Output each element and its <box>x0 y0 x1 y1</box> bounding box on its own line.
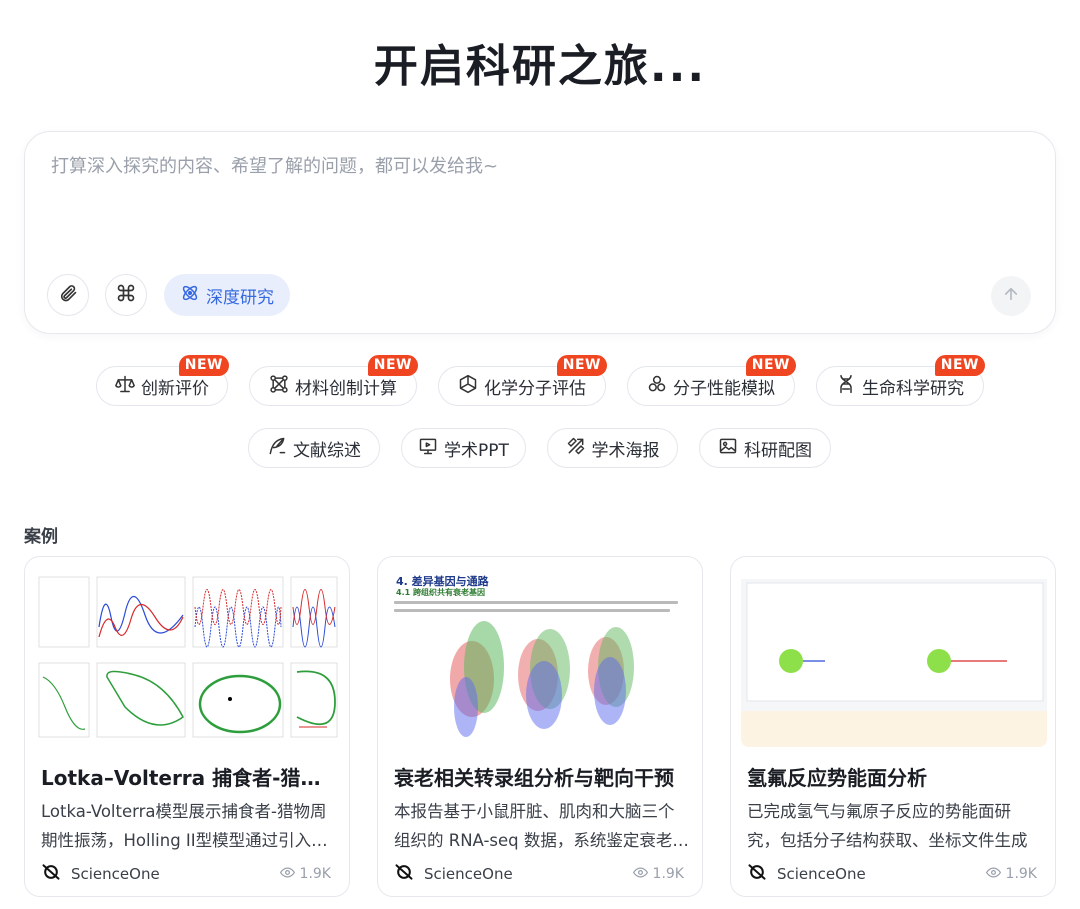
new-badge: NEW <box>367 355 418 376</box>
chip-research-figure[interactable]: 科研配图 <box>699 428 831 468</box>
chip-label: 科研配图 <box>744 440 812 461</box>
new-badge: NEW <box>745 355 796 376</box>
case-author-name: ScienceOne <box>777 865 866 883</box>
three-circles-icon <box>647 374 667 399</box>
case-card-aging-transcriptome[interactable]: 4. 差异基因与通路 4.1 跨组织共有衰老基因 衰老相关转录组分析与靶向干预 … <box>377 556 703 897</box>
scienceone-logo-icon <box>394 862 414 886</box>
arrow-up-icon <box>1002 285 1020 307</box>
case-views-count: 1.9K <box>652 866 684 882</box>
case-author-name: ScienceOne <box>71 865 160 883</box>
chip-label: 化学分子评估 <box>484 378 586 399</box>
hexagon-icon <box>458 374 478 399</box>
case-views-count: 1.9K <box>1005 866 1037 882</box>
scale-icon <box>115 374 135 399</box>
new-badge: NEW <box>178 355 229 376</box>
presentation-icon <box>418 436 438 461</box>
case-description: 已完成氢气与氟原子反应的势能面研究，包括分子结构获取、坐标文件生成 <box>747 802 1028 850</box>
case-author: ScienceOne <box>747 862 866 886</box>
chip-literature-review[interactable]: 文献综述 <box>248 428 380 468</box>
case-thumbnail-plots <box>35 567 341 747</box>
image-icon <box>718 436 738 461</box>
chip-label: 材料创制计算 <box>295 378 397 399</box>
deep-research-label: 深度研究 <box>206 287 274 308</box>
case-title: 衰老相关转录组分析与靶向干预 <box>394 766 674 790</box>
dna-icon <box>836 374 856 399</box>
case-description: 本报告基于小鼠肝脏、肌肉和大脑三个组织的 RNA-seq 数据，系统鉴定衰老相关… <box>394 802 689 850</box>
command-icon <box>116 283 136 308</box>
case-description: Lotka-Volterra模型展示捕食者-猎物周期性振荡，Holling II… <box>41 802 328 850</box>
case-thumbnail-venn: 4. 差异基因与通路 4.1 跨组织共有衰老基因 <box>388 567 694 747</box>
chip-molecule-perf-sim[interactable]: 分子性能模拟 NEW <box>627 355 796 406</box>
atom-icon <box>180 283 200 308</box>
case-card-hf-pes[interactable]: 氢氟反应势能面分析 已完成氢气与氟原子反应的势能面研究，包括分子结构获取、坐标文… <box>730 556 1056 897</box>
chip-academic-ppt[interactable]: 学术PPT <box>401 428 526 468</box>
scienceone-logo-icon <box>747 862 767 886</box>
attach-button[interactable] <box>47 274 89 316</box>
prompt-input[interactable] <box>51 156 951 177</box>
quill-icon <box>267 436 287 461</box>
chip-innovation-eval[interactable]: 创新评价 NEW <box>96 355 229 406</box>
cases-section-label: 案例 <box>24 527 58 547</box>
case-author-name: ScienceOne <box>424 865 513 883</box>
deep-research-button[interactable]: 深度研究 <box>164 274 290 316</box>
eye-icon <box>632 865 648 884</box>
composer-box: 深度研究 <box>24 131 1056 334</box>
molecule-grid-icon <box>269 374 289 399</box>
chip-life-science[interactable]: 生命科学研究 NEW <box>816 355 985 406</box>
case-card-lotka-volterra[interactable]: Lotka–Volterra 捕食者-猎物模型 Lotka-Volterra模型… <box>24 556 350 897</box>
eye-icon <box>279 865 295 884</box>
case-footer: ScienceOne 1.9K <box>41 863 331 885</box>
case-views: 1.9K <box>279 865 331 884</box>
new-badge: NEW <box>934 355 985 376</box>
page-title: 开启科研之旅... <box>373 41 707 92</box>
case-thumbnail-pes <box>741 567 1047 747</box>
eye-icon <box>985 865 1001 884</box>
chip-label: 创新评价 <box>141 378 209 399</box>
case-title: Lotka–Volterra 捕食者-猎物模型 <box>41 766 337 790</box>
command-button[interactable] <box>105 274 147 316</box>
new-badge: NEW <box>556 355 607 376</box>
case-footer: ScienceOne 1.9K <box>747 863 1037 885</box>
case-views: 1.9K <box>632 865 684 884</box>
case-footer: ScienceOne 1.9K <box>394 863 684 885</box>
case-author: ScienceOne <box>41 862 160 886</box>
case-views: 1.9K <box>985 865 1037 884</box>
poster-icon <box>566 436 586 461</box>
chip-material-calc[interactable]: 材料创制计算 NEW <box>249 355 418 406</box>
case-title: 氢氟反应势能面分析 <box>747 766 927 790</box>
paperclip-icon <box>58 283 78 307</box>
chip-label: 分子性能模拟 <box>673 378 775 399</box>
case-author: ScienceOne <box>394 862 513 886</box>
send-button[interactable] <box>991 276 1031 316</box>
scienceone-logo-icon <box>41 862 61 886</box>
chip-chem-molecule-eval[interactable]: 化学分子评估 NEW <box>438 355 607 406</box>
chip-academic-poster[interactable]: 学术海报 <box>547 428 678 468</box>
case-views-count: 1.9K <box>299 866 331 882</box>
thumb-subheading: 4.1 跨组织共有衰老基因 <box>396 588 485 597</box>
chip-label: 学术PPT <box>444 440 509 461</box>
chip-label: 文献综述 <box>293 440 361 461</box>
chip-label: 生命科学研究 <box>862 378 964 399</box>
chip-label: 学术海报 <box>591 440 660 461</box>
